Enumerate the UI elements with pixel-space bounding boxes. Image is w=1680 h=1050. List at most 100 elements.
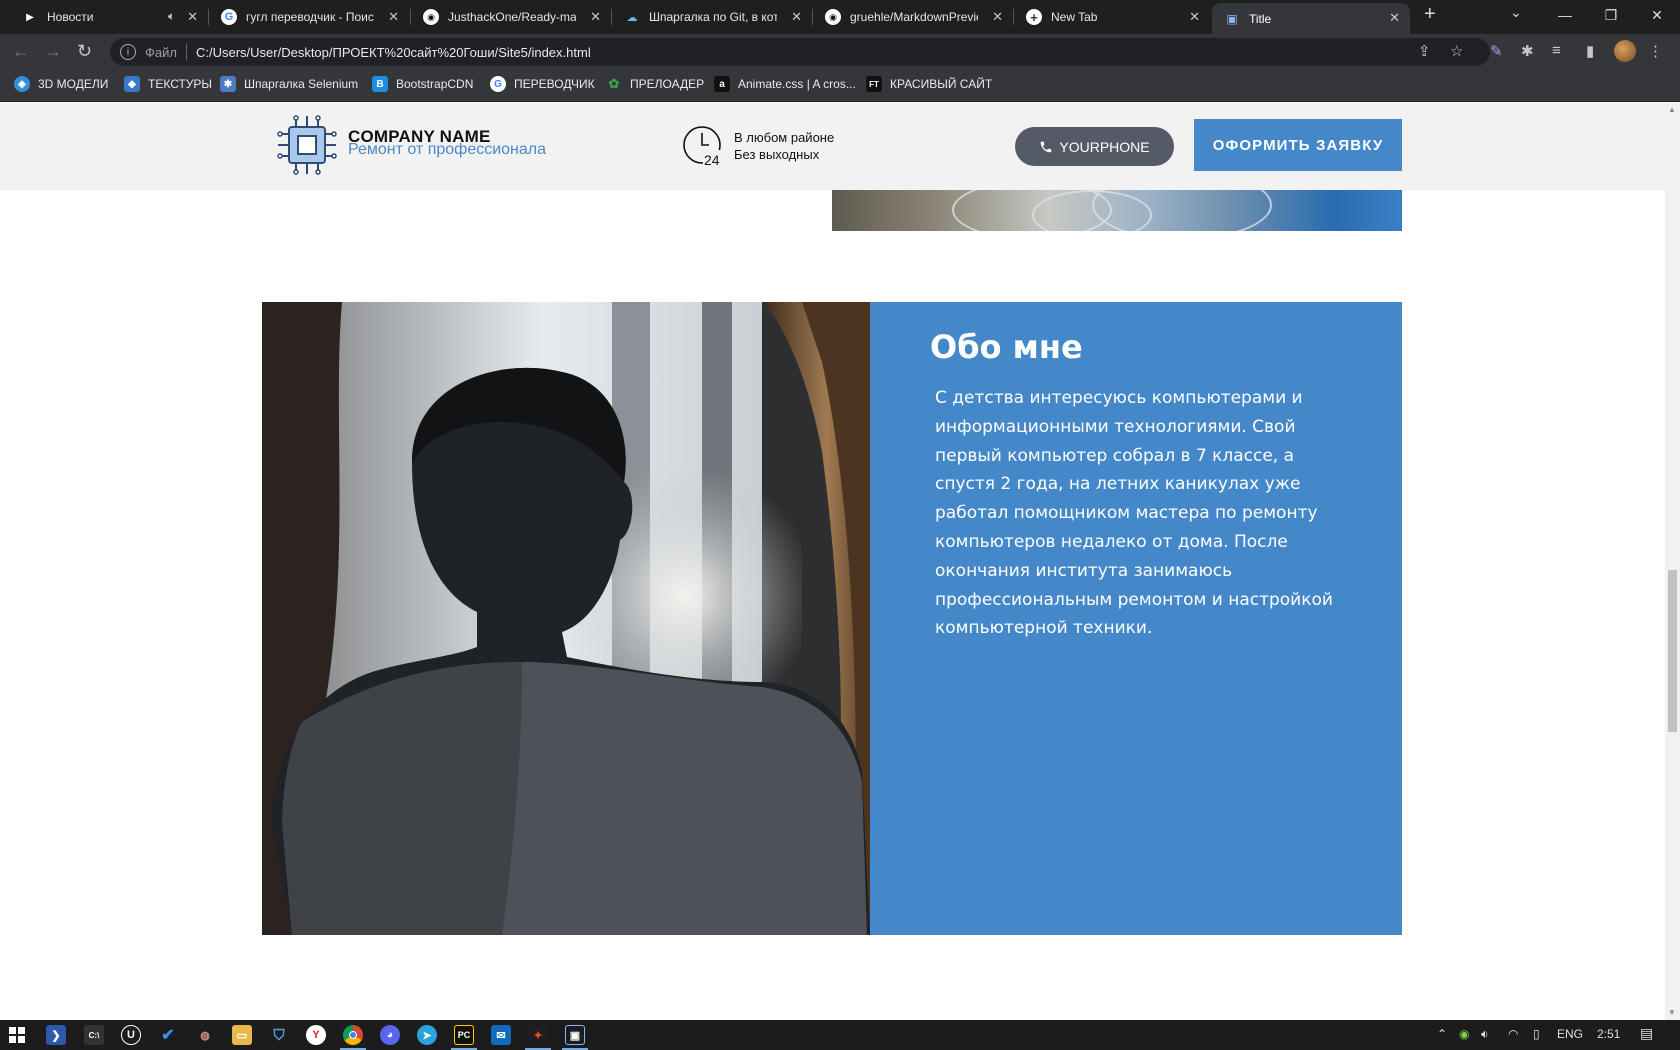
close-window-button[interactable]: ✕	[1634, 0, 1680, 30]
side-panel-icon[interactable]: ▮	[1586, 42, 1594, 60]
pycharm-icon[interactable]: PC	[454, 1025, 474, 1045]
bookmark-textures[interactable]: ◆ ТЕКСТУРЫ	[124, 76, 212, 92]
chip-logo-icon	[277, 115, 337, 175]
audio-icon[interactable]: 🔈︎	[168, 9, 175, 24]
wifi-icon[interactable]: ◠	[1508, 1027, 1518, 1041]
app-icon[interactable]: ▣	[565, 1025, 585, 1045]
close-tab-icon[interactable]: ✕	[791, 9, 802, 25]
animate-icon: a	[714, 76, 730, 92]
3d-models-icon: ◈	[14, 76, 30, 92]
about-photo	[262, 302, 870, 935]
extensions-puzzle-icon[interactable]: ✱	[1521, 42, 1534, 60]
bootstrap-icon: B	[372, 76, 388, 92]
profile-avatar[interactable]	[1614, 40, 1636, 62]
new-tab-icon: +	[1026, 9, 1042, 25]
discord-icon[interactable]: ◕	[380, 1025, 400, 1045]
figma-icon[interactable]: ✦	[528, 1025, 548, 1045]
forward-arrow-icon[interactable]: →	[44, 41, 62, 62]
bookmark-preloader[interactable]: ✿ ПРЕЛОАДЕР	[606, 76, 705, 92]
hours-area: В любом районе	[734, 130, 835, 145]
close-tab-icon[interactable]: ✕	[1189, 9, 1200, 25]
phone-button[interactable]: YOURPHONE	[1015, 127, 1174, 166]
tab-news[interactable]: ▶ Новости 🔈︎ ✕	[10, 0, 208, 34]
unreal-icon[interactable]: U	[121, 1025, 141, 1045]
share-icon[interactable]: ⇪	[1418, 42, 1431, 60]
browser-toolbar: ← → ↻ i Файл C:/Users/User/Desktop/ПРОЕК…	[0, 34, 1680, 70]
telegram-icon[interactable]: ➤	[417, 1025, 437, 1045]
hours-days: Без выходных	[734, 147, 820, 162]
tab-github-ready-made[interactable]: ◉ JusthackOne/Ready-made ✕	[411, 0, 611, 34]
outlook-icon[interactable]: ✉	[491, 1025, 511, 1045]
scrollbar-thumb[interactable]	[1668, 570, 1677, 732]
scroll-down-arrow-icon[interactable]: ▼	[1668, 1008, 1676, 1017]
phone-icon	[1041, 141, 1052, 152]
tab-search-chevron-icon[interactable]: ⌄	[1510, 4, 1522, 21]
bookmark-selenium[interactable]: ✱ Шпаргалка Selenium	[220, 76, 358, 92]
page-viewport: COMPANY NAME Ремонт от профессионала 24 …	[0, 103, 1665, 1020]
close-tab-icon[interactable]: ✕	[187, 9, 198, 25]
git-cheatsheet-icon: ☁	[626, 11, 638, 24]
bookmark-bootstrapcdn[interactable]: B BootstrapCDN	[372, 76, 473, 92]
selenium-icon: ✱	[220, 76, 236, 92]
bookmark-translator[interactable]: G ПЕРЕВОДЧИК	[490, 76, 595, 92]
chrome-icon[interactable]	[343, 1025, 363, 1045]
tab-google-translate-search[interactable]: G гугл переводчик - Поиск в Google ✕	[209, 0, 409, 34]
clock-time[interactable]: 2:51	[1597, 1027, 1620, 1041]
bookmark-3d-models[interactable]: ◈ 3D МОДЕЛИ	[14, 76, 108, 92]
close-tab-icon[interactable]: ✕	[388, 9, 399, 25]
windows-start-icon[interactable]	[7, 1025, 27, 1045]
minimize-button[interactable]: —	[1542, 0, 1588, 30]
feather-extension-icon[interactable]: ✎	[1490, 42, 1503, 60]
powershell-icon[interactable]: ❯	[46, 1025, 66, 1045]
volume-icon[interactable]: 🔉︎	[1481, 1027, 1489, 1042]
battery-icon[interactable]: ▯	[1533, 1027, 1540, 1041]
tab-git-cheatsheet[interactable]: ☁ Шпаргалка по Git, в которой ✕	[612, 0, 812, 34]
clock-24-icon: 24	[683, 126, 722, 167]
about-panel: Обо мне С детства интересуюсь компьютера…	[870, 302, 1402, 935]
scroll-up-arrow-icon[interactable]: ▲	[1668, 105, 1676, 114]
browser-tab-strip: ▶ Новости 🔈︎ ✕ G гугл переводчик - Поиск…	[0, 0, 1680, 34]
tray-chevron-icon[interactable]: ⌃	[1437, 1027, 1447, 1041]
bookmark-star-icon[interactable]: ☆	[1450, 42, 1463, 60]
man-at-window-image	[262, 302, 870, 935]
github-icon: ◉	[423, 9, 439, 25]
notifications-icon[interactable]: ▤	[1640, 1025, 1653, 1042]
company-tagline: Ремонт от профессионала	[348, 141, 547, 158]
tab-title-active[interactable]: ▣ Title ✕	[1212, 3, 1410, 34]
shield-icon[interactable]: ⛉	[269, 1025, 289, 1045]
about-title: Обо мне	[930, 328, 1083, 366]
tab-new-tab[interactable]: + New Tab ✕	[1014, 0, 1210, 34]
close-tab-icon[interactable]: ✕	[992, 9, 1003, 25]
close-tab-icon[interactable]: ✕	[590, 9, 601, 25]
file-explorer-icon[interactable]: ▭	[232, 1025, 252, 1045]
language-indicator[interactable]: ENG	[1557, 1027, 1583, 1041]
tab-markdown-preview[interactable]: ◉ gruehle/MarkdownPreview ✕	[813, 0, 1013, 34]
order-request-button[interactable]: ОФОРМИТЬ ЗАЯВКУ	[1194, 119, 1402, 171]
reload-icon[interactable]: ↻	[77, 41, 92, 62]
site-icon: ▣	[1226, 11, 1238, 26]
menu-kebab-icon[interactable]: ⋮	[1648, 42, 1663, 60]
google-icon: G	[490, 76, 506, 92]
bookmark-beautiful-site[interactable]: FT КРАСИВЫЙ САЙТ	[866, 76, 992, 92]
play-icon: ▶	[26, 11, 34, 23]
todo-icon[interactable]: ✔	[158, 1025, 178, 1045]
tray-app-icon[interactable]: ◉	[1459, 1027, 1469, 1041]
info-icon[interactable]: i	[120, 44, 136, 60]
bookmarks-bar: ◈ 3D МОДЕЛИ ◆ ТЕКСТУРЫ ✱ Шпаргалка Selen…	[0, 70, 1680, 102]
url-text[interactable]: C:/Users/User/Desktop/ПРОЕКТ%20сайт%20Го…	[196, 45, 591, 60]
bookmark-animate-css[interactable]: a Animate.css | A cros...	[714, 76, 856, 92]
cmd-icon[interactable]: C:\	[84, 1025, 104, 1045]
back-arrow-icon[interactable]: ←	[12, 41, 30, 62]
close-tab-icon[interactable]: ✕	[1389, 10, 1400, 26]
github-icon: ◉	[825, 9, 841, 25]
game-icon[interactable]: ◍	[195, 1025, 215, 1045]
page-scrollbar[interactable]: ▲ ▼	[1665, 103, 1680, 1020]
new-tab-button[interactable]: +	[1424, 3, 1436, 26]
media-queue-icon[interactable]: ≡	[1552, 42, 1561, 59]
address-bar[interactable]: i Файл C:/Users/User/Desktop/ПРОЕКТ%20са…	[110, 38, 1490, 66]
restore-button[interactable]: ❐	[1588, 0, 1634, 30]
site-header: COMPANY NAME Ремонт от профессионала 24 …	[0, 103, 1665, 190]
yandex-icon[interactable]: Y	[306, 1025, 326, 1045]
textures-icon: ◆	[124, 76, 140, 92]
google-icon: G	[221, 9, 237, 25]
